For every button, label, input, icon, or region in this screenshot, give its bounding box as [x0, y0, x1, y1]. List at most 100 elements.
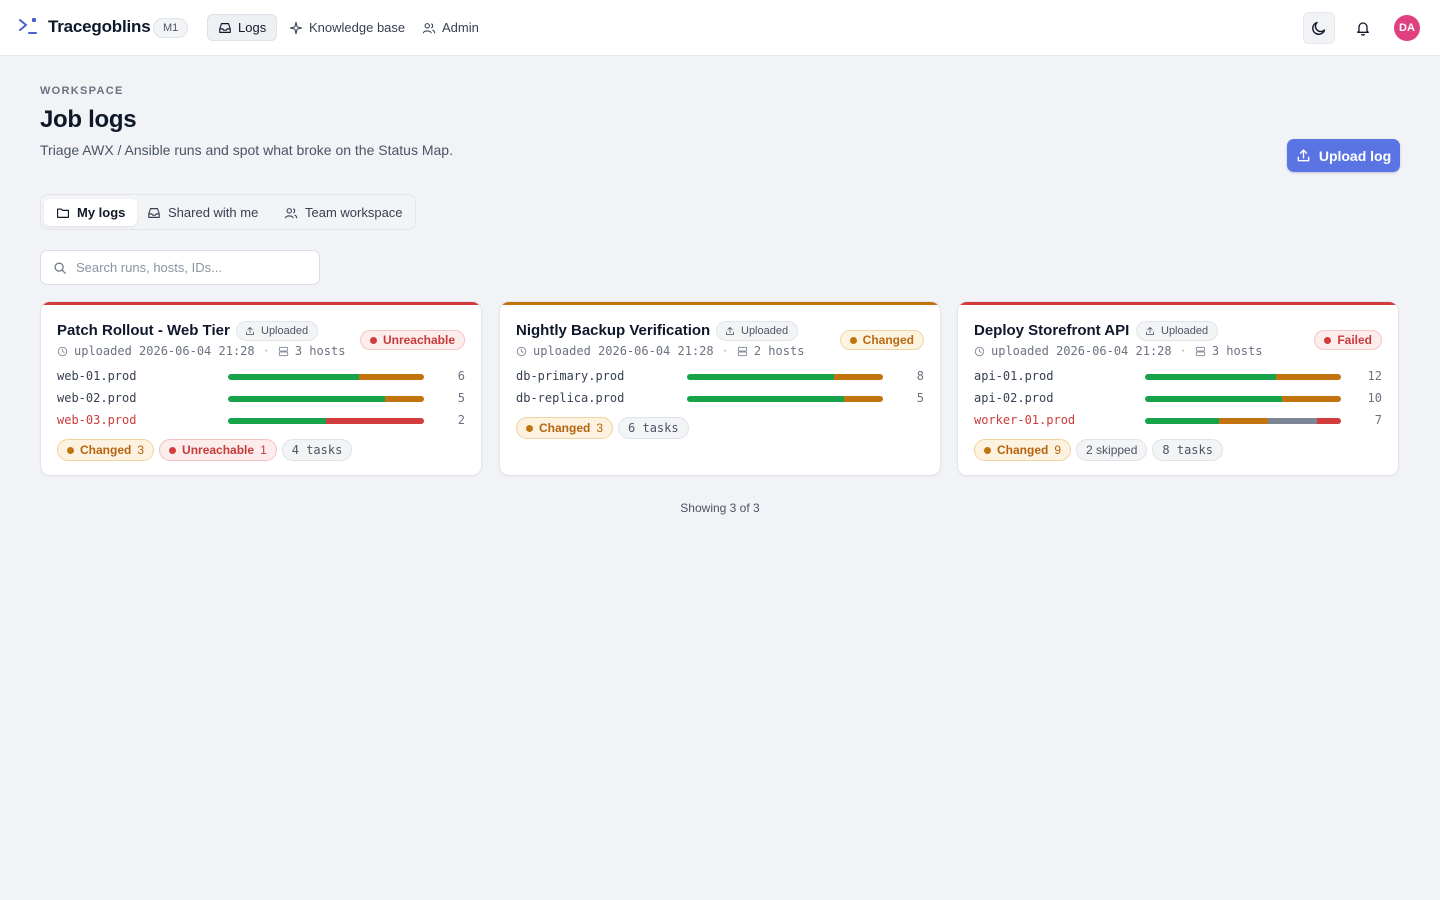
card-title[interactable]: Patch Rollout - Web Tier	[57, 322, 230, 339]
source-badge-label: Uploaded	[1161, 325, 1209, 337]
host-row[interactable]: web-03.prod 2	[57, 413, 465, 429]
terminal-logo-icon[interactable]	[19, 17, 39, 35]
status-badge: Failed	[1314, 330, 1382, 350]
chip-count: 3	[137, 443, 145, 457]
clock-icon	[974, 346, 985, 356]
search-box	[40, 250, 320, 285]
bar-segment-changed	[1276, 374, 1341, 380]
host-task-bar	[1145, 374, 1341, 380]
source-badge-label: Uploaded	[741, 325, 789, 337]
summary-chips: Changed 3 Unreachable 1 4 tasks	[57, 439, 353, 461]
host-name: db-primary.prod	[516, 369, 625, 383]
host-task-count: 12	[1367, 369, 1382, 383]
upload-icon	[246, 326, 254, 335]
summary-chips: Changed 3 6 tasks	[516, 417, 689, 439]
changed-chip: Changed 3	[516, 417, 614, 439]
sparkle-icon	[289, 21, 303, 34]
nav-logs[interactable]: Logs	[207, 14, 278, 41]
host-task-bar	[1145, 396, 1341, 402]
host-name: worker-01.prod	[974, 413, 1076, 427]
bar-segment-failed	[326, 418, 424, 424]
milestone-badge: M1	[153, 18, 189, 38]
page-title: Job logs	[40, 106, 137, 133]
host-task-count: 7	[1374, 413, 1382, 427]
card-status-accent	[958, 302, 1398, 305]
section-eyebrow: WORKSPACE	[40, 85, 124, 97]
host-task-bar	[687, 396, 883, 402]
status-badge: Unreachable	[359, 330, 465, 350]
chip-dot	[984, 446, 991, 454]
card-title[interactable]: Deploy Storefront API	[974, 322, 1129, 339]
status-dot	[1324, 336, 1332, 344]
users-icon	[422, 22, 436, 33]
uploaded-timestamp: uploaded 2026-06-04 21:28	[74, 344, 255, 358]
upload-icon	[1297, 149, 1310, 162]
host-row[interactable]: web-01.prod 6	[57, 369, 465, 385]
chip-count: 1	[260, 443, 267, 457]
meta-separator: ·	[1179, 344, 1187, 358]
card-status-accent	[41, 302, 481, 305]
status-label: Unreachable	[382, 333, 455, 347]
chip-count: 9	[1054, 443, 1062, 457]
status-label: Failed	[1337, 333, 1372, 347]
tasks-chip: 4 tasks	[281, 439, 353, 461]
search-icon	[54, 261, 66, 274]
nav-admin-label: Admin	[442, 20, 479, 35]
bar-segment-changed	[359, 374, 424, 380]
tab-shared-with-me-label: Shared with me	[168, 205, 259, 220]
host-row[interactable]: api-01.prod 12	[974, 369, 1382, 385]
source-badge: Uploaded	[716, 321, 799, 341]
tab-team-workspace[interactable]: Team workspace	[272, 199, 415, 226]
bell-icon	[1357, 22, 1369, 36]
card-meta: uploaded 2026-06-04 21:28 · 3 hosts	[974, 344, 1262, 358]
status-label: Changed	[862, 333, 914, 347]
theme-toggle-button[interactable]	[1303, 12, 1335, 44]
host-row[interactable]: db-replica.prod 5	[516, 391, 924, 407]
nav-knowledge-base[interactable]: Knowledge base	[279, 14, 415, 41]
card-title[interactable]: Nightly Backup Verification	[516, 322, 710, 339]
host-task-count: 10	[1367, 391, 1382, 405]
tab-shared-with-me[interactable]: Shared with me	[135, 199, 270, 226]
log-card[interactable]: Nightly Backup Verification Uploaded Cha…	[499, 301, 941, 476]
users-icon	[284, 207, 298, 218]
log-card[interactable]: Deploy Storefront API Uploaded Failed up…	[957, 301, 1399, 476]
nav-logs-label: Logs	[238, 20, 267, 35]
log-card[interactable]: Patch Rollout - Web Tier Uploaded Unreac…	[40, 301, 482, 476]
host-name: api-02.prod	[974, 391, 1054, 405]
source-badge: Uploaded	[1136, 321, 1219, 341]
card-meta: uploaded 2026-06-04 21:28 · 2 hosts	[516, 344, 804, 358]
top-bar: Tracegoblins M1 Logs Knowledge base Admi…	[0, 0, 1440, 56]
search-input[interactable]	[76, 260, 306, 275]
bar-segment-changed	[1218, 418, 1268, 424]
host-task-count: 5	[457, 391, 465, 405]
server-icon	[737, 346, 747, 356]
host-row[interactable]: api-02.prod 10	[974, 391, 1382, 407]
status-badge: Changed	[839, 330, 924, 350]
host-task-count: 5	[916, 391, 924, 405]
changed-chip: Changed 3	[57, 439, 155, 461]
chip-count: 3	[596, 421, 604, 435]
app-name[interactable]: Tracegoblins	[48, 17, 151, 37]
upload-log-button[interactable]: Upload log	[1287, 139, 1400, 172]
summary-chips: Changed 9 2 skipped 8 tasks	[974, 439, 1223, 461]
chip-dot	[169, 446, 177, 454]
clock-icon	[516, 346, 527, 356]
host-row[interactable]: db-primary.prod 8	[516, 369, 924, 385]
skipped-chip: 2 skipped	[1076, 439, 1148, 461]
host-task-bar	[228, 418, 424, 424]
bar-segment-changed	[1282, 396, 1341, 402]
host-task-bar	[228, 374, 424, 380]
tasks-chip: 6 tasks	[618, 417, 689, 439]
host-name: db-replica.prod	[516, 391, 625, 405]
host-row[interactable]: web-02.prod 5	[57, 391, 465, 407]
bar-segment-changed	[384, 396, 424, 402]
notifications-button[interactable]	[1347, 12, 1379, 44]
status-dot	[369, 336, 377, 344]
nav-knowledge-base-label: Knowledge base	[309, 20, 406, 35]
tab-my-logs[interactable]: My logs	[44, 199, 138, 226]
nav-admin[interactable]: Admin	[412, 14, 489, 41]
hosts-count: 3 hosts	[1211, 344, 1263, 358]
user-avatar[interactable]: DA	[1394, 15, 1420, 41]
host-row[interactable]: worker-01.prod 7	[974, 413, 1382, 429]
server-icon	[1195, 346, 1205, 356]
